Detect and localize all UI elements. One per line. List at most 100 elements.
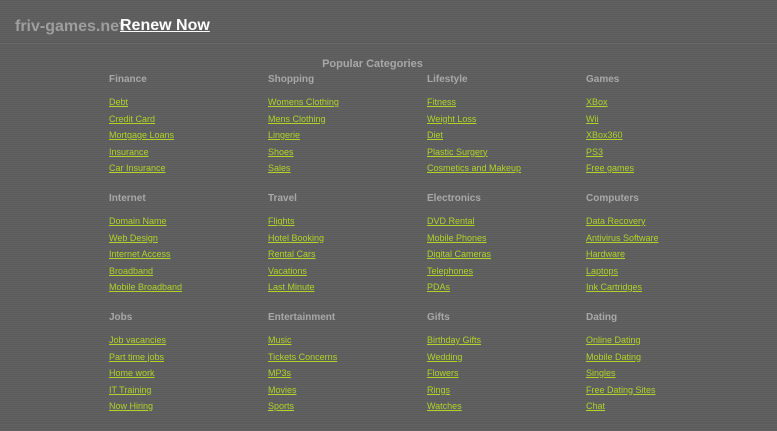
category-link[interactable]: Antivirus Software <box>586 233 659 243</box>
category-link[interactable]: Mens Clothing <box>268 114 326 124</box>
category-title: Gifts <box>427 312 450 323</box>
category-link[interactable]: PDAs <box>427 282 450 292</box>
category-block-internet: Internet Domain Name Web Design Internet Ac… <box>109 193 268 312</box>
category-link[interactable]: Plastic Surgery <box>427 147 488 157</box>
category-link[interactable]: Sales <box>268 163 291 173</box>
category-link[interactable]: MP3s <box>268 368 291 378</box>
category-link[interactable]: Online Dating <box>586 335 641 345</box>
category-link[interactable]: Insurance <box>109 147 149 157</box>
list-item: DVD Rental <box>427 212 586 229</box>
category-link-list: Music Tickets Concerns MP3s Movies Sports <box>268 331 427 414</box>
category-link[interactable]: Tickets Concerns <box>268 352 337 362</box>
category-link[interactable]: Flights <box>268 216 295 226</box>
list-item: Rings <box>427 381 586 398</box>
category-link[interactable]: Rings <box>427 385 450 395</box>
domain-name: friv-games.net <box>15 18 125 35</box>
category-link[interactable]: Chat <box>586 401 605 411</box>
category-link[interactable]: Free Dating Sites <box>586 385 656 395</box>
list-item: Digital Cameras <box>427 245 586 262</box>
category-link[interactable]: Telephones <box>427 266 473 276</box>
category-link[interactable]: Data Recovery <box>586 216 646 226</box>
category-link[interactable]: Mortgage Loans <box>109 130 174 140</box>
category-link[interactable]: Movies <box>268 385 297 395</box>
category-link[interactable]: Hotel Booking <box>268 233 324 243</box>
list-item: Free Dating Sites <box>586 381 745 398</box>
category-link[interactable]: Internet Access <box>109 249 171 259</box>
category-link[interactable]: Debt <box>109 97 128 107</box>
category-link[interactable]: Sports <box>268 401 294 411</box>
category-link[interactable]: Digital Cameras <box>427 249 491 259</box>
category-link-list: DVD Rental Mobile Phones Digital Cameras Te… <box>427 212 586 295</box>
category-block-computers: Computers Data Recovery Antivirus Software… <box>586 193 745 312</box>
category-link[interactable]: Now Hiring <box>109 401 153 411</box>
category-link[interactable]: Credit Card <box>109 114 155 124</box>
list-item: Plastic Surgery <box>427 143 586 160</box>
category-link[interactable]: Part time jobs <box>109 352 164 362</box>
category-link[interactable]: XBox360 <box>586 130 623 140</box>
category-link[interactable]: Home work <box>109 368 155 378</box>
list-item: Telephones <box>427 262 586 279</box>
category-link-list: Birthday Gifts Wedding Flowers Rings Watches <box>427 331 586 414</box>
top-bar: friv-games.net Renew Now <box>0 0 777 43</box>
popular-categories-title: Popular Categories <box>322 58 423 70</box>
category-link[interactable]: Weight Loss <box>427 114 476 124</box>
category-link[interactable]: Watches <box>427 401 462 411</box>
category-title: Shopping <box>268 74 315 85</box>
category-link[interactable]: Womens Clothing <box>268 97 339 107</box>
category-link[interactable]: Birthday Gifts <box>427 335 481 345</box>
category-link[interactable]: Hardware <box>586 249 625 259</box>
category-link-list: Domain Name Web Design Internet Access Broa… <box>109 212 268 295</box>
list-item: Laptops <box>586 262 745 279</box>
category-link[interactable]: Wii <box>586 114 599 124</box>
category-link[interactable]: Car Insurance <box>109 163 166 173</box>
category-link[interactable]: Diet <box>427 130 443 140</box>
category-title: Entertainment <box>268 312 336 323</box>
category-link[interactable]: Shoes <box>268 147 294 157</box>
category-link[interactable]: Mobile Phones <box>427 233 487 243</box>
category-link[interactable]: Singles <box>586 368 616 378</box>
list-item: Web Design <box>109 229 268 246</box>
category-link[interactable]: Mobile Broadband <box>109 282 182 292</box>
category-block-dating: Dating Online Dating Mobile Dating Singles F… <box>586 312 745 431</box>
category-link[interactable]: Free games <box>586 163 634 173</box>
category-link[interactable]: DVD Rental <box>427 216 475 226</box>
category-title: Dating <box>586 312 618 323</box>
list-item: Music <box>268 331 427 348</box>
category-link[interactable]: XBox <box>586 97 608 107</box>
category-link[interactable]: Cosmetics and Makeup <box>427 163 521 173</box>
renew-now-link[interactable]: Renew Now <box>120 17 210 35</box>
list-item: Tickets Concerns <box>268 348 427 365</box>
category-link[interactable]: Broadband <box>109 266 153 276</box>
category-link[interactable]: Music <box>268 335 292 345</box>
category-link[interactable]: Domain Name <box>109 216 167 226</box>
list-item: XBox360 <box>586 126 745 143</box>
list-item: Ink Cartridges <box>586 278 745 295</box>
list-item: Domain Name <box>109 212 268 229</box>
category-block-gifts: Gifts Birthday Gifts Wedding Flowers Rings Wa… <box>427 312 586 431</box>
list-item: Sports <box>268 397 427 414</box>
category-link[interactable]: Fitness <box>427 97 456 107</box>
category-link[interactable]: Wedding <box>427 352 462 362</box>
category-title: Computers <box>586 193 639 204</box>
category-link[interactable]: Ink Cartridges <box>586 282 642 292</box>
category-link[interactable]: Laptops <box>586 266 618 276</box>
list-item: Diet <box>427 126 586 143</box>
category-link[interactable]: IT Training <box>109 385 151 395</box>
list-item: PDAs <box>427 278 586 295</box>
category-link[interactable]: Job vacancies <box>109 335 166 345</box>
category-title: Travel <box>268 193 297 204</box>
category-link[interactable]: PS3 <box>586 147 603 157</box>
category-link[interactable]: Lingerie <box>268 130 300 140</box>
category-link[interactable]: Rental Cars <box>268 249 316 259</box>
category-link[interactable]: Mobile Dating <box>586 352 641 362</box>
category-link[interactable]: Flowers <box>427 368 459 378</box>
category-link-list: Online Dating Mobile Dating Singles Free Da… <box>586 331 745 414</box>
list-item: Part time jobs <box>109 348 268 365</box>
category-title: Jobs <box>109 312 133 323</box>
list-item: Online Dating <box>586 331 745 348</box>
list-item: Credit Card <box>109 110 268 127</box>
category-link[interactable]: Vacations <box>268 266 307 276</box>
category-link[interactable]: Last Minute <box>268 282 315 292</box>
list-item: Now Hiring <box>109 397 268 414</box>
category-link[interactable]: Web Design <box>109 233 158 243</box>
